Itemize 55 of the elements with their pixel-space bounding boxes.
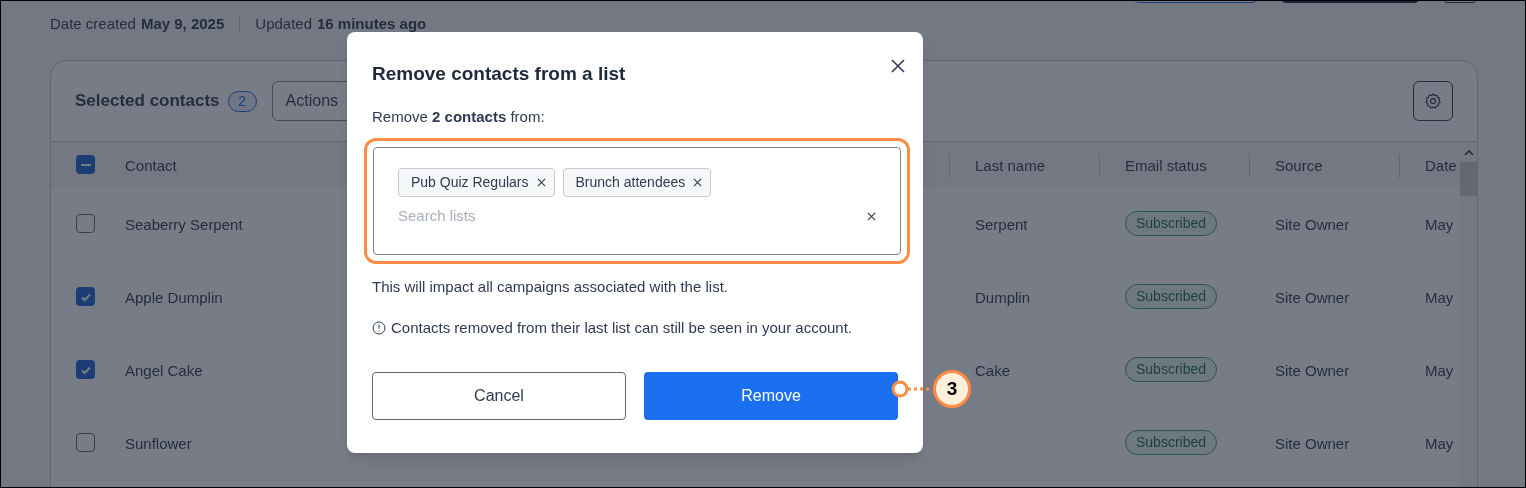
- remove-button[interactable]: Remove: [644, 372, 898, 420]
- settings-icon: [1424, 92, 1442, 110]
- toolbar-title: Selected contacts: [75, 90, 220, 113]
- table-cell-text: Site Owner: [1275, 215, 1350, 235]
- column-header[interactable]: Date: [1425, 155, 1457, 178]
- column-header[interactable]: Contact: [125, 155, 177, 178]
- date-created-value: May 9, 2025: [140, 14, 225, 34]
- updated-value: 16 minutes ago: [317, 14, 427, 34]
- table-cell-text: Seaberry Serpent: [125, 215, 243, 235]
- column-header[interactable]: Email status: [1125, 155, 1207, 178]
- checkbox[interactable]: [76, 360, 95, 379]
- checkbox[interactable]: [76, 287, 95, 306]
- checkbox[interactable]: [76, 433, 95, 452]
- impact-note: This will impact all campaigns associated with the list.: [372, 277, 729, 297]
- scroll-up-icon[interactable]: [1463, 150, 1474, 156]
- dialog-prompt: Remove 2 contacts from:: [372, 106, 546, 127]
- info-note: Contacts removed from their last list can still be seen in your account.: [391, 317, 853, 338]
- scroll-thumb[interactable]: [1460, 162, 1477, 196]
- count-badge: 2: [227, 90, 257, 112]
- list-picker-field[interactable]: Pub Quiz Regulars Brunch attendees Search lists: [373, 147, 901, 255]
- table-cell-text: Sunflower: [125, 434, 192, 454]
- list-chip[interactable]: Pub Quiz Regulars: [398, 168, 555, 197]
- updated-label: Updated: [255, 14, 312, 34]
- table-cell-text: Dumplin: [975, 288, 1031, 308]
- close-icon: [890, 58, 906, 74]
- remove-icon[interactable]: [536, 178, 546, 187]
- table-cell-text: Site Owner: [1275, 434, 1350, 454]
- info-icon: [372, 320, 386, 335]
- status-badge: Subscribed: [1125, 284, 1218, 309]
- table-cell-text: May: [1425, 434, 1454, 454]
- close-button[interactable]: [890, 58, 906, 74]
- dialog-title: Remove contacts from a list: [372, 62, 626, 86]
- checkbox[interactable]: [76, 214, 95, 233]
- table-cell-text: Apple Dumplin: [125, 288, 223, 308]
- table-cell-text: Serpent: [975, 215, 1028, 235]
- table-cell-text: Site Owner: [1275, 288, 1350, 308]
- table-cell-text: May: [1425, 288, 1454, 308]
- remove-icon[interactable]: [693, 178, 703, 187]
- table-cell-text: Angel Cake: [125, 361, 203, 381]
- status-badge: Subscribed: [1125, 430, 1218, 455]
- table-cell-text: May: [1425, 215, 1454, 235]
- table-cell-text: Site Owner: [1275, 361, 1350, 381]
- date-created-label: Date created: [50, 14, 136, 34]
- status-badge: Subscribed: [1125, 357, 1218, 382]
- cancel-button[interactable]: Cancel: [372, 372, 626, 420]
- settings-button[interactable]: [1413, 81, 1453, 121]
- status-badge: Subscribed: [1125, 211, 1218, 236]
- search-field[interactable]: Search lists: [398, 205, 798, 228]
- clear-icon[interactable]: [867, 211, 876, 221]
- table-cell-text: May: [1425, 361, 1454, 381]
- list-chip[interactable]: Brunch attendees: [562, 168, 712, 197]
- checkbox[interactable]: [76, 155, 95, 174]
- table-cell-text: Cake: [975, 361, 1011, 381]
- column-header[interactable]: Last name: [975, 155, 1046, 178]
- column-header[interactable]: Source: [1275, 155, 1323, 178]
